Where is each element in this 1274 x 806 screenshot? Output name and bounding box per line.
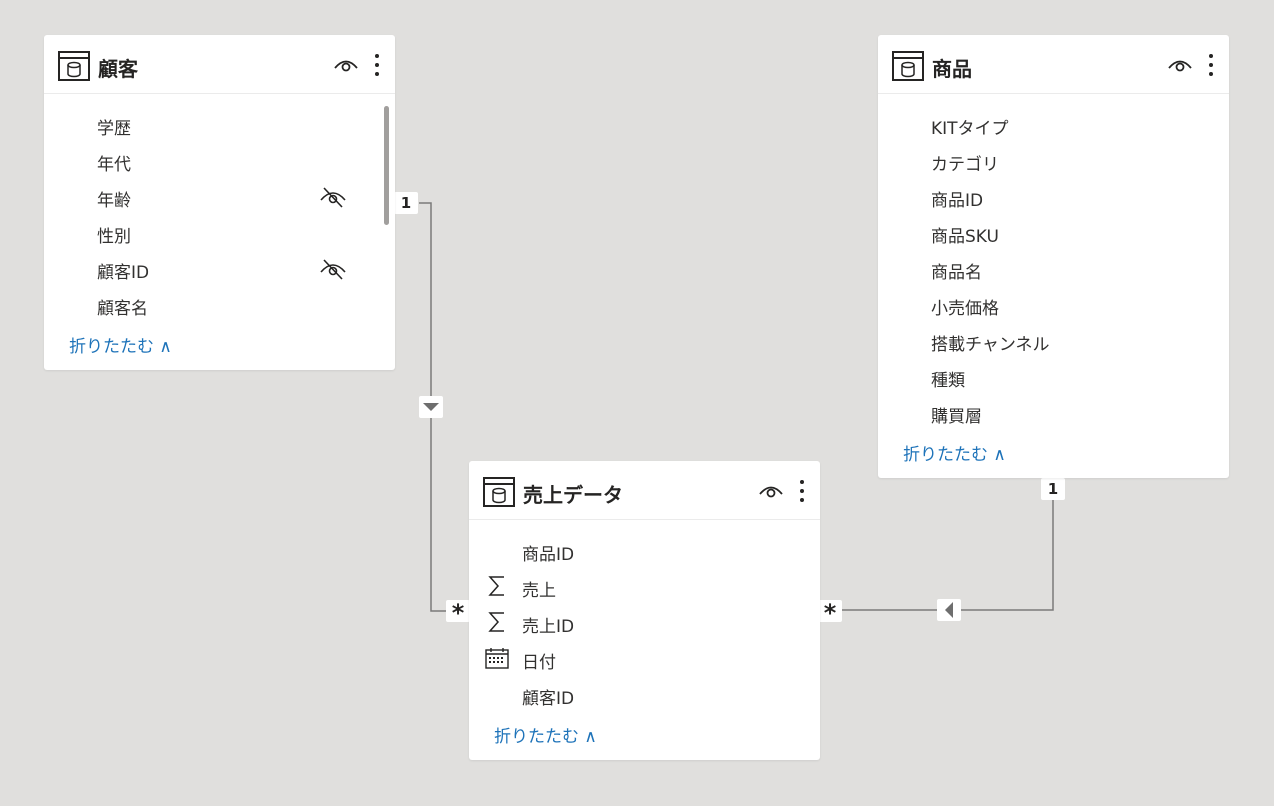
table-card-header[interactable]: 顧客 xyxy=(44,35,395,94)
more-options-icon[interactable] xyxy=(798,478,806,504)
field-label: 売上ID xyxy=(522,617,575,637)
table-card-header[interactable]: 商品 xyxy=(878,35,1229,94)
model-canvas[interactable]: 1 * 1 * 顧客 学歴 年代 年齢 性別 顧客ID 顧客名 折りたたむ ∧ … xyxy=(0,0,1274,806)
field-label: 顧客名 xyxy=(97,299,148,319)
eye-icon[interactable] xyxy=(334,56,358,74)
more-options-icon[interactable] xyxy=(373,52,381,78)
field-item[interactable]: 種類 xyxy=(878,358,1229,394)
relationship-one-label-customer: 1 xyxy=(394,192,418,214)
field-label: 顧客ID xyxy=(97,263,150,283)
field-item[interactable]: 商品SKU xyxy=(878,214,1229,250)
eye-icon[interactable] xyxy=(1168,56,1192,74)
field-label: 搭載チャンネル xyxy=(931,335,1050,355)
field-item[interactable]: 年齢 xyxy=(44,178,395,214)
field-label: 学歴 xyxy=(97,119,131,139)
field-item[interactable]: 小売価格 xyxy=(878,286,1229,322)
scrollbar[interactable] xyxy=(384,106,389,225)
field-item[interactable]: 顧客ID xyxy=(44,250,395,286)
field-label: 売上 xyxy=(522,581,556,601)
table-title: 顧客 xyxy=(98,57,138,81)
field-label: 商品名 xyxy=(931,263,982,283)
eye-icon[interactable] xyxy=(759,482,783,500)
sigma-icon xyxy=(488,576,504,596)
field-label: カテゴリ xyxy=(931,155,999,175)
field-item[interactable]: 商品ID xyxy=(878,178,1229,214)
field-label: 小売価格 xyxy=(931,299,999,319)
field-label: 性別 xyxy=(97,227,131,247)
field-label: 種類 xyxy=(931,371,965,391)
field-item[interactable]: 売上 xyxy=(469,568,820,604)
field-label: 顧客ID xyxy=(522,689,575,709)
table-icon xyxy=(483,477,515,507)
table-card-sales[interactable]: 売上データ 商品ID 売上 売上ID 日付 顧客ID 折りたたむ ∧ xyxy=(469,461,820,760)
table-card-header[interactable]: 売上データ xyxy=(469,461,820,520)
table-icon xyxy=(58,51,90,81)
field-item[interactable]: 顧客ID xyxy=(469,676,820,712)
collapse-link[interactable]: 折りたたむ ∧ xyxy=(69,332,172,357)
filter-direction-down-arrow[interactable] xyxy=(419,396,443,418)
table-icon xyxy=(892,51,924,81)
field-item[interactable]: 搭載チャンネル xyxy=(878,322,1229,358)
field-label: 商品ID xyxy=(931,191,984,211)
field-item[interactable]: 日付 xyxy=(469,640,820,676)
field-label: 日付 xyxy=(522,653,556,673)
relationship-line-product-sales xyxy=(842,500,1054,611)
hidden-eye-icon xyxy=(320,187,346,208)
field-item[interactable]: カテゴリ xyxy=(878,142,1229,178)
calendar-icon xyxy=(485,648,509,669)
field-item[interactable]: 商品ID xyxy=(469,532,820,568)
field-item[interactable]: 商品名 xyxy=(878,250,1229,286)
field-label: 年代 xyxy=(97,155,131,175)
field-item[interactable]: 学歴 xyxy=(44,106,395,142)
field-label: 商品ID xyxy=(522,545,575,565)
field-label: 商品SKU xyxy=(931,227,999,247)
field-label: KITタイプ xyxy=(931,119,1009,139)
relationship-one-label-product: 1 xyxy=(1041,478,1065,500)
hidden-eye-icon xyxy=(320,259,346,280)
field-item[interactable]: 年代 xyxy=(44,142,395,178)
table-card-customer[interactable]: 顧客 学歴 年代 年齢 性別 顧客ID 顧客名 折りたたむ ∧ xyxy=(44,35,395,370)
collapse-link[interactable]: 折りたたむ ∧ xyxy=(494,722,597,747)
collapse-link[interactable]: 折りたたむ ∧ xyxy=(903,440,1006,465)
field-item[interactable]: 顧客名 xyxy=(44,286,395,322)
field-item[interactable]: 購買層 xyxy=(878,394,1229,430)
triangle-left-icon xyxy=(945,602,953,618)
table-title: 売上データ xyxy=(523,483,623,507)
field-item[interactable]: 性別 xyxy=(44,214,395,250)
field-item[interactable]: KITタイプ xyxy=(878,106,1229,142)
more-options-icon[interactable] xyxy=(1207,52,1215,78)
relationship-many-label-product: * xyxy=(818,600,842,622)
relationship-many-label-customer: * xyxy=(446,600,470,622)
field-label: 購買層 xyxy=(931,407,982,427)
sigma-icon xyxy=(488,612,504,632)
filter-direction-left-arrow[interactable] xyxy=(937,599,961,621)
table-title: 商品 xyxy=(932,57,972,81)
table-card-product[interactable]: 商品 KITタイプ カテゴリ 商品ID 商品SKU 商品名 小売価格 搭載チャン… xyxy=(878,35,1229,478)
triangle-down-icon xyxy=(423,403,439,411)
field-item[interactable]: 売上ID xyxy=(469,604,820,640)
field-label: 年齢 xyxy=(97,191,131,211)
